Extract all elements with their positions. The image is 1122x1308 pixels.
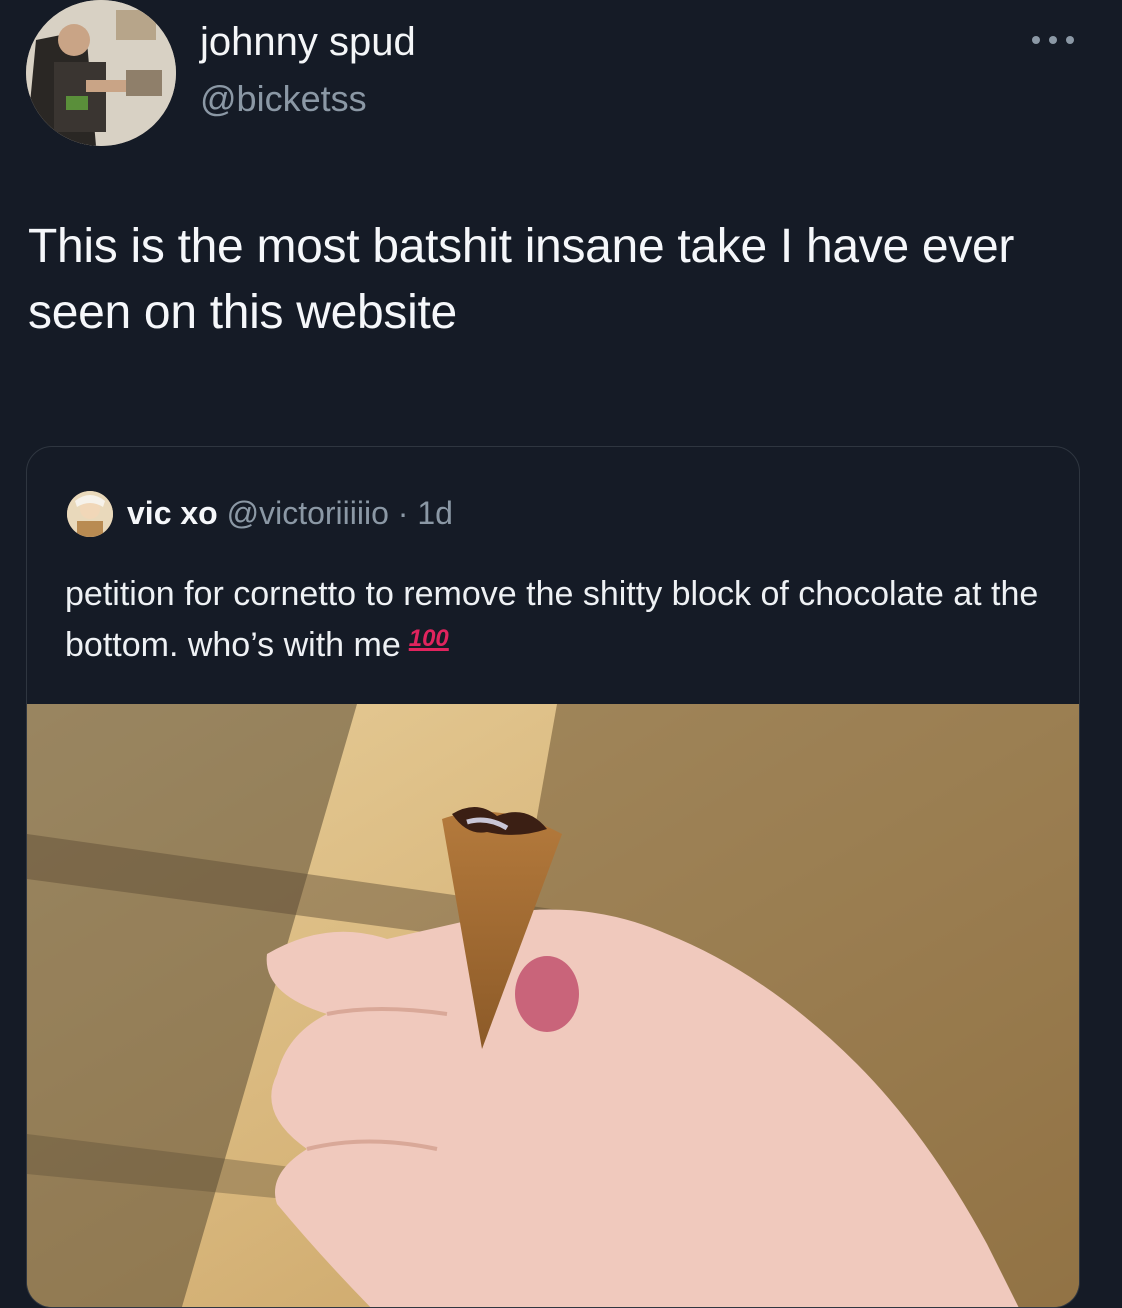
quoted-text-block: petition for cornetto to remove the shit… (65, 569, 1055, 671)
quoted-text: petition for cornetto to remove the shit… (65, 575, 1039, 664)
cornetto-photo-image (27, 704, 1079, 1307)
quoted-tweet-photo[interactable] (27, 704, 1079, 1307)
hundred-points-icon: 100 (408, 625, 449, 652)
quoted-author-name[interactable]: vic xo (127, 495, 218, 531)
quoted-header: vic xo @victoriiiiio · 1d (127, 495, 453, 532)
author-name[interactable]: johnny spud (200, 20, 416, 65)
more-horizontal-icon[interactable] (1028, 30, 1078, 50)
author-handle[interactable]: @bicketss (200, 78, 367, 120)
quoted-separator: · (397, 495, 409, 531)
tweet: johnny spud @bicketss This is the most b… (0, 0, 1122, 1308)
quoted-timestamp[interactable]: 1d (417, 495, 453, 531)
author-avatar[interactable] (26, 0, 176, 146)
quoted-author-avatar[interactable] (67, 491, 113, 537)
quoted-tweet-card[interactable]: vic xo @victoriiiiio · 1d petition for c… (26, 446, 1080, 1308)
author-avatar-image (26, 0, 176, 146)
quoted-author-avatar-image (67, 491, 113, 537)
tweet-text: This is the most batshit insane take I h… (28, 220, 1015, 340)
quoted-author-handle[interactable]: @victoriiiiio (227, 495, 389, 531)
